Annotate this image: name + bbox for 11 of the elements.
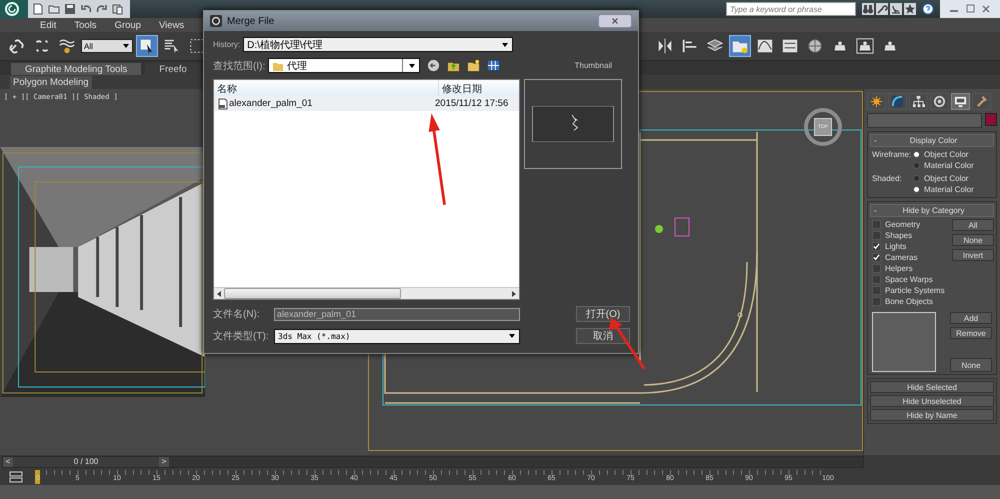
file-date: 2015/11/12 17:56 (435, 98, 508, 109)
field-label: 查找范围(I): (213, 60, 266, 72)
file-name: alexander_palm_01 (229, 98, 314, 109)
field-label: History: (213, 40, 240, 49)
field-label: Shaded: (872, 174, 903, 185)
field-label: 文件名(N): (213, 308, 261, 321)
dialog-title: Merge File (227, 16, 276, 26)
field-label: Wireframe: (872, 150, 910, 161)
field-label: 文件类型(T): (213, 330, 269, 343)
thumbnail-label: Thumbnail (574, 61, 612, 70)
frame-counter: 0 / 100 (13, 457, 159, 467)
